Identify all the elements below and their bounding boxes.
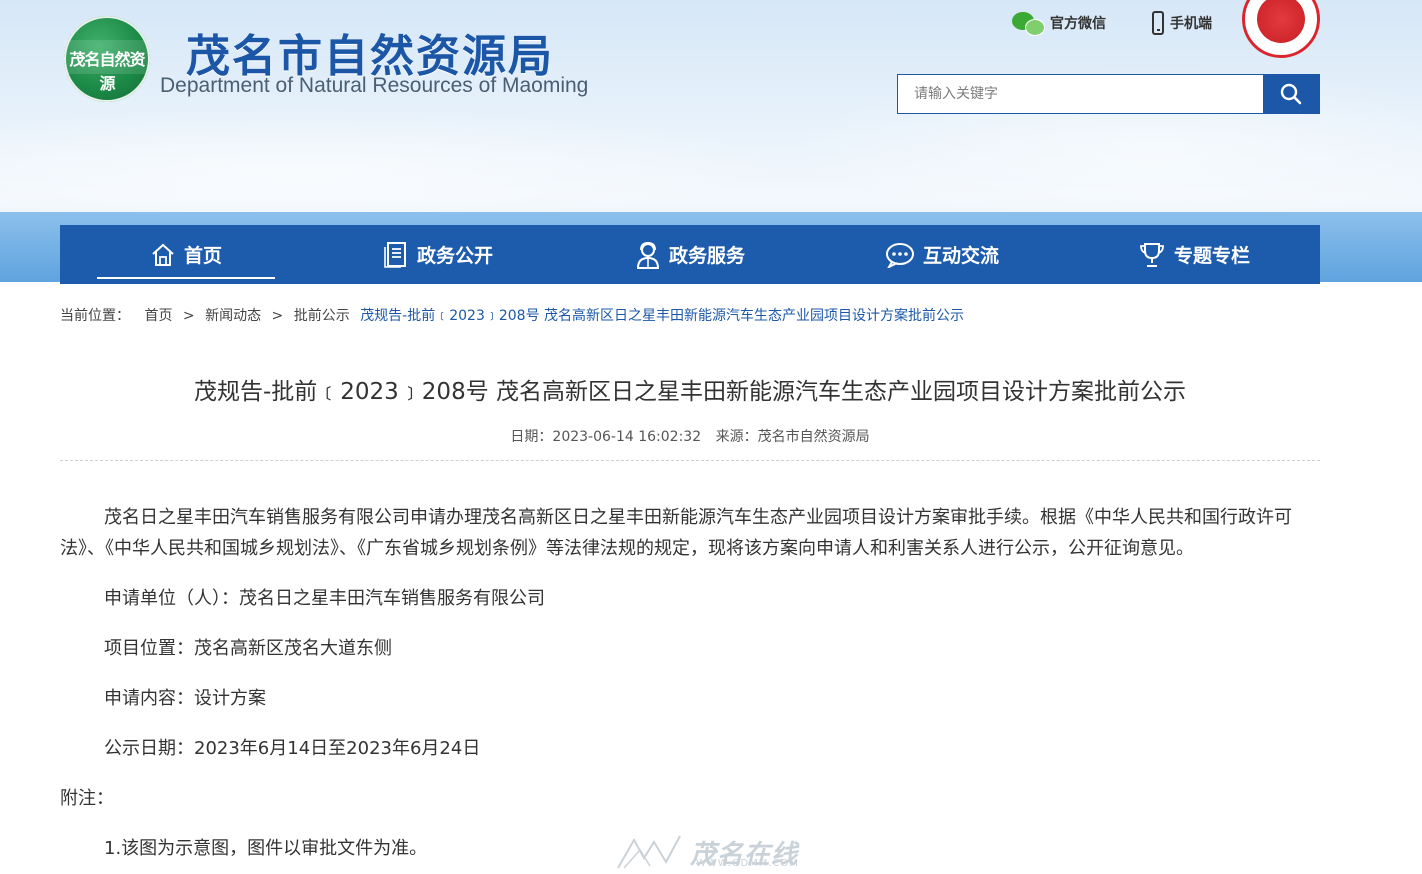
nav-item-home[interactable]: 首页 — [60, 225, 312, 284]
nav-label: 政务公开 — [416, 245, 493, 267]
trophy-icon — [1140, 242, 1164, 267]
nav-label: 首页 — [183, 245, 222, 267]
breadcrumb-current[interactable]: 茂规告-批前﹝2023﹞208号 茂名高新区日之星丰田新能源汽车生态产业园项目设… — [360, 308, 964, 324]
site-logo[interactable]: 茂名自然资源 — [64, 16, 150, 102]
date-label: 日期： — [510, 429, 553, 445]
nav-label: 专题专栏 — [1173, 245, 1250, 267]
note-label: 附注： — [60, 788, 114, 809]
article-title: 茂规告-批前﹝2023﹞208号 茂名高新区日之星丰田新能源汽车生态产业园项目设… — [193, 379, 1187, 405]
article-source: 茂名市自然资源局 — [757, 429, 870, 445]
wechat-link[interactable]: 官方微信 — [1012, 12, 1106, 36]
nav-item-special[interactable]: 专题专栏 — [1068, 225, 1320, 284]
wechat-icon — [1012, 12, 1045, 36]
wechat-label: 官方微信 — [1050, 16, 1106, 32]
article-paragraph: 茂名日之星丰田汽车销售服务有限公司申请办理茂名高新区日之星丰田新能源汽车生态产业… — [60, 507, 1292, 559]
chat-icon — [885, 242, 914, 268]
nav-label: 政务服务 — [668, 245, 745, 267]
nav-item-interaction[interactable]: 互动交流 — [816, 225, 1068, 284]
phone-icon — [1152, 11, 1164, 35]
breadcrumb-home[interactable]: 首页 — [144, 308, 172, 324]
emblem-center — [1257, 0, 1305, 43]
source-label: 来源： — [715, 429, 758, 445]
watermark-logo-icon — [617, 835, 681, 869]
document-icon — [384, 241, 406, 268]
breadcrumb: 当前位置： 首页 > 新闻动态 > 批前公示 茂规告-批前﹝2023﹞208号 … — [60, 305, 964, 325]
article-meta: 日期：2023-06-14 16:02:32 来源：茂名市自然资源局 — [60, 426, 1320, 446]
site-watermark: 茂名在线 WWW.GDMM.COM — [614, 830, 824, 874]
nav-label: 互动交流 — [922, 245, 999, 267]
breadcrumb-separator: > — [271, 308, 284, 324]
logo-text: 茂名自然资源 — [69, 50, 145, 93]
search-icon — [1280, 83, 1302, 105]
field-applicant: 申请单位（人）：茂名日之星丰田汽车销售服务有限公司 — [104, 588, 545, 609]
main-nav: 首页 政务公开 政务服务 互动交流 专题专栏 — [60, 225, 1320, 284]
nav-item-gov-info[interactable]: 政务公开 — [312, 225, 564, 284]
city-emblem-logo — [1242, 0, 1320, 58]
site-subtitle: Department of Natural Resources of Maomi… — [160, 74, 589, 97]
mobile-link[interactable]: 手机端 — [1152, 11, 1212, 35]
field-content: 申请内容：设计方案 — [104, 688, 266, 709]
service-person-icon — [636, 241, 659, 269]
breadcrumb-separator: > — [182, 308, 195, 324]
breadcrumb-label: 当前位置： — [60, 308, 130, 324]
article-body: 茂名日之星丰田汽车销售服务有限公司申请办理茂名高新区日之星丰田新能源汽车生态产业… — [60, 502, 1320, 864]
breadcrumb-pre-approval[interactable]: 批前公示 — [294, 308, 350, 324]
search-input[interactable] — [898, 75, 1263, 113]
field-period: 公示日期：2023年6月14日至2023年6月24日 — [104, 738, 481, 759]
article-date: 2023-06-14 16:02:32 — [552, 429, 702, 445]
watermark-url: WWW.GDMM.COM — [696, 858, 800, 869]
nav-item-gov-service[interactable]: 政务服务 — [564, 225, 816, 284]
mobile-label: 手机端 — [1170, 16, 1212, 32]
article-divider — [60, 460, 1320, 461]
search-box — [897, 74, 1320, 114]
breadcrumb-news[interactable]: 新闻动态 — [205, 308, 261, 324]
field-location: 项目位置：茂名高新区茂名大道东侧 — [104, 638, 392, 659]
home-icon — [152, 243, 174, 266]
search-button[interactable] — [1263, 75, 1319, 113]
